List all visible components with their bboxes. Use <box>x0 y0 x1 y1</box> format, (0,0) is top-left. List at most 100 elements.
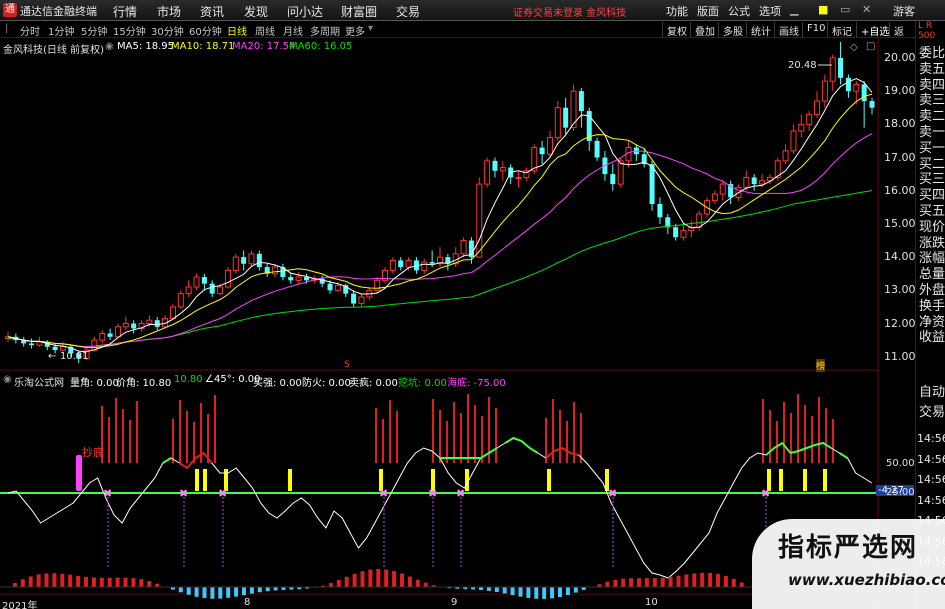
panel-corner-label[interactable]: L R 500 <box>918 21 945 41</box>
vol-bar-down <box>518 587 523 597</box>
vol-bar-down <box>265 587 270 592</box>
minimize-icon[interactable]: ▁ <box>790 3 798 16</box>
candle-body <box>460 240 467 255</box>
vol-bar-down <box>218 587 223 599</box>
vol-bar-up <box>60 573 65 587</box>
indicator-settings-icon[interactable]: ◉ <box>3 374 12 385</box>
vol-bar-down <box>242 587 246 596</box>
signal-bar <box>495 408 497 463</box>
vol-bar-down <box>573 587 578 593</box>
vol-bar-down <box>202 587 207 599</box>
candle-body <box>657 204 663 218</box>
signal-bar <box>825 408 827 463</box>
menu-caifuquan[interactable]: 财富圈 <box>341 3 377 20</box>
menu-shichang[interactable]: 市场 <box>157 3 181 20</box>
ind-axis-50: 50.00 <box>886 458 915 469</box>
watermark-url: www.xuezhibiao.com <box>788 571 945 589</box>
quote-item-14: 总量 <box>919 267 945 283</box>
settings-circle-icon[interactable]: ◉ <box>105 41 114 52</box>
candle-body <box>484 160 491 185</box>
menu-xuanxiang[interactable]: 选项 <box>759 3 781 19</box>
vol-bar-down <box>558 587 562 598</box>
vol-bar-down <box>257 587 262 593</box>
quote-item-9: 买四 <box>919 188 945 204</box>
quote-item-21: 14:56 <box>917 432 945 445</box>
btn-back[interactable]: 返回 <box>889 22 915 53</box>
yellow-bar <box>203 469 207 491</box>
menu-jiaoyi[interactable]: 交易 <box>396 3 420 20</box>
low-arrow-icon: ← <box>48 351 57 362</box>
candle-body <box>492 160 498 171</box>
chevron-down-icon[interactable]: ▾ <box>368 23 373 34</box>
vol-bar-down <box>526 587 531 598</box>
low-price-label: 10.81 <box>60 351 89 362</box>
close-icon[interactable]: ✕ <box>862 3 871 16</box>
btn-biaoji[interactable]: 标记 <box>827 22 856 38</box>
candle-body <box>546 137 553 155</box>
quote-item-23: 14:56 <box>917 473 945 486</box>
candle-body <box>649 164 655 204</box>
btn-add-watchlist[interactable]: +自选 <box>856 22 893 38</box>
restore-icon[interactable]: ▭ <box>840 3 850 16</box>
maximize-panel-icon[interactable]: □ <box>866 41 875 52</box>
vol-bar-up <box>84 576 88 587</box>
vol-bar-up <box>376 569 381 587</box>
vol-bar-down <box>502 587 507 594</box>
period-monthly[interactable]: 月线 <box>283 23 303 38</box>
period-more[interactable]: 更多 <box>345 23 365 38</box>
menu-zixun[interactable]: 资讯 <box>200 3 224 20</box>
period-weekly[interactable]: 周线 <box>255 23 275 38</box>
indicator-name[interactable]: 乐淘公式网 <box>14 374 64 389</box>
menu-faxian[interactable]: 发现 <box>244 3 268 20</box>
signal-bar <box>460 413 462 463</box>
login-warning[interactable]: 证券交易未登录 金风科技 <box>513 4 626 19</box>
app-logo-icon: 通 <box>3 3 17 17</box>
btn-fuquan[interactable]: 复权 <box>662 22 691 38</box>
menu-gongneng[interactable]: 功能 <box>666 3 688 19</box>
candle-body <box>429 262 435 264</box>
diamond-icon[interactable]: ◇ <box>850 42 858 53</box>
yellow-bar <box>195 469 199 491</box>
period-5min[interactable]: 5分钟 <box>81 23 107 38</box>
menu-banmian[interactable]: 版面 <box>697 3 719 19</box>
signal-bar <box>122 409 124 463</box>
vol-bar-up <box>20 579 25 587</box>
vol-bar-up <box>739 582 744 587</box>
btn-diejia[interactable]: 叠加 <box>690 22 719 38</box>
btn-f10[interactable]: F10 <box>802 22 829 37</box>
quote-item-3: 卖三 <box>919 93 945 109</box>
period-30min[interactable]: 30分钟 <box>151 23 184 38</box>
candle-body <box>122 323 129 328</box>
vol-bar-up <box>147 581 152 587</box>
period-15min[interactable]: 15分钟 <box>113 23 146 38</box>
ind-item-0: 量角: 0.00 <box>70 378 119 389</box>
quote-item-7: 买二 <box>919 156 945 172</box>
watermark-title: 指标严选网 <box>778 533 919 563</box>
candle-body <box>845 77 851 92</box>
candle-body <box>154 320 160 327</box>
candle-body <box>821 80 828 102</box>
btn-tongji[interactable]: 统计 <box>746 22 775 38</box>
cross-marker-icon: ✖ <box>761 487 770 500</box>
candle-body <box>421 261 428 271</box>
period-1min[interactable]: 1分钟 <box>48 23 74 38</box>
quote-item-10: 买五 <box>919 204 945 219</box>
btn-huaxian[interactable]: 画线 <box>774 22 803 38</box>
vol-bar-up <box>328 583 333 587</box>
bell-icon[interactable]: ■ <box>818 3 828 16</box>
btn-duogu[interactable]: 多股 <box>718 22 747 38</box>
period-daily[interactable]: 日线 <box>227 23 247 38</box>
vol-bar-up <box>392 571 397 587</box>
guest-user[interactable]: 游客 <box>893 3 915 19</box>
menu-wenxiaoda[interactable]: 问小达 <box>287 3 323 20</box>
quote-item-8: 买三 <box>919 172 945 188</box>
period-multi[interactable]: 多周期 <box>310 23 340 38</box>
quote-item-19: 自动 <box>919 385 945 400</box>
vol-bar-down <box>565 587 570 596</box>
menu-hangqing[interactable]: 行情 <box>113 3 137 20</box>
period-60min[interactable]: 60分钟 <box>189 23 222 38</box>
period-fenshi[interactable]: 分时 <box>20 23 40 38</box>
vol-bar-up <box>708 572 713 587</box>
collapse-icon[interactable]: | <box>5 23 8 34</box>
menu-gongshi[interactable]: 公式 <box>728 3 750 19</box>
